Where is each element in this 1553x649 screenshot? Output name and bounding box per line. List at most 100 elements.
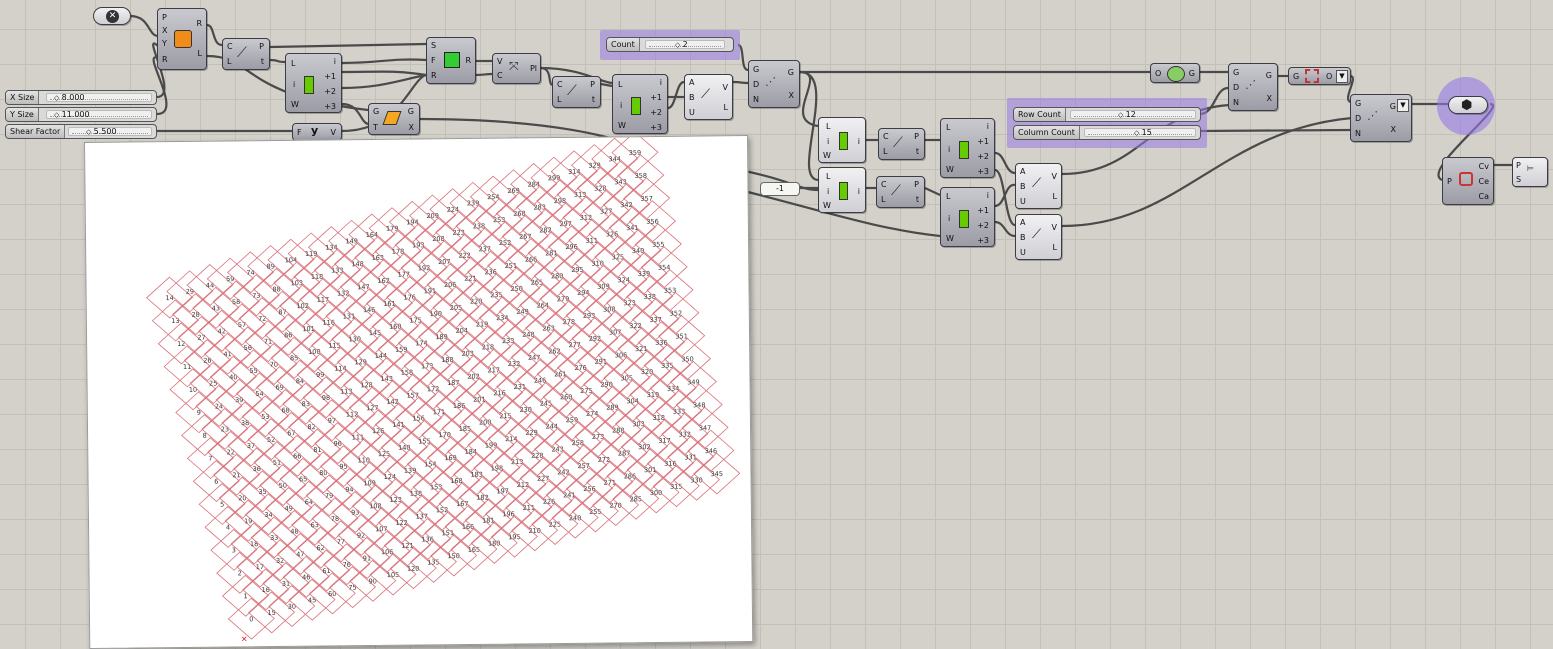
output-port[interactable]: V — [331, 128, 336, 137]
output-port[interactable]: P — [914, 132, 919, 141]
shear-factor-slider[interactable]: Shear Factor 5.500 — [5, 124, 157, 139]
output-port[interactable]: X — [1391, 125, 1396, 134]
output-port[interactable]: +1 — [650, 93, 662, 102]
linear-array-component[interactable]: G D N ⋰ G X — [748, 60, 800, 108]
input-port[interactable]: A — [1020, 167, 1025, 176]
input-port[interactable]: U — [689, 108, 695, 117]
input-port[interactable]: W — [291, 100, 299, 109]
input-port[interactable]: W — [618, 121, 626, 130]
input-port[interactable]: W — [946, 165, 954, 174]
chevron-down-icon[interactable]: ▼ — [1397, 99, 1409, 112]
input-port[interactable]: S — [431, 41, 436, 50]
output-port[interactable]: X — [789, 91, 794, 100]
input-port[interactable]: R — [431, 71, 437, 80]
input-port[interactable]: N — [1355, 129, 1361, 138]
output-port[interactable]: G — [788, 68, 794, 77]
output-port[interactable]: G — [1266, 71, 1272, 80]
expression-component[interactable]: F y V — [292, 123, 342, 141]
input-port[interactable]: P — [1447, 177, 1452, 186]
output-port[interactable]: +2 — [977, 152, 989, 161]
evaluate-curve-component[interactable]: C L ⟋ P t — [222, 38, 270, 70]
input-port[interactable]: C — [557, 80, 563, 89]
input-port[interactable]: C — [497, 71, 503, 80]
input-port[interactable]: L — [946, 192, 950, 201]
area-component[interactable]: P Cv Ce Ca — [1442, 157, 1494, 205]
output-port[interactable]: i — [858, 137, 860, 146]
output-port[interactable]: +2 — [650, 108, 662, 117]
param-viewer-component[interactable]: P S ⊨ — [1512, 157, 1548, 187]
input-port[interactable]: F — [431, 56, 436, 65]
chevron-down-icon[interactable]: ▼ — [1336, 70, 1348, 83]
shift-list-component[interactable]: L i W i +1 +2 +3 — [285, 53, 342, 113]
input-port[interactable]: Y — [162, 39, 167, 48]
input-port[interactable]: L — [618, 80, 622, 89]
input-port[interactable]: L — [557, 95, 561, 104]
clear-button[interactable]: ✕ — [93, 7, 131, 25]
output-port[interactable]: i — [858, 187, 860, 196]
input-port[interactable]: S — [1516, 175, 1521, 184]
input-port[interactable]: L — [227, 57, 231, 66]
output-port[interactable]: +2 — [324, 87, 336, 96]
output-port[interactable]: i — [987, 191, 989, 200]
explode-component[interactable]: O G — [1150, 63, 1200, 83]
output-port[interactable]: P — [590, 80, 595, 89]
input-port[interactable]: i — [948, 214, 950, 223]
input-port[interactable]: T — [373, 123, 378, 132]
input-port[interactable]: i — [293, 80, 295, 89]
input-port[interactable]: L — [826, 122, 830, 131]
output-port[interactable]: G — [408, 107, 414, 116]
x-size-slider[interactable]: X Size 8.000 — [5, 90, 157, 105]
output-port[interactable]: L — [724, 103, 728, 112]
input-port[interactable]: B — [689, 93, 695, 102]
output-port[interactable]: t — [916, 195, 919, 204]
row-count-slider[interactable]: Row Count 12 — [1013, 107, 1201, 122]
output-port[interactable]: P — [259, 42, 264, 51]
input-port[interactable]: i — [827, 187, 829, 196]
output-port[interactable]: Pl — [530, 64, 537, 73]
output-port[interactable]: G — [1189, 69, 1195, 78]
input-port[interactable]: L — [946, 123, 950, 132]
output-port[interactable]: +3 — [977, 167, 989, 176]
number-panel[interactable]: -1 — [760, 182, 800, 196]
evaluate-curve-component[interactable]: C L ⟋ P t — [552, 76, 601, 108]
input-port[interactable]: B — [1020, 182, 1026, 191]
y-size-slider[interactable]: Y Size 11.000 — [5, 107, 157, 122]
output-port[interactable]: R — [196, 19, 202, 28]
input-port[interactable]: P — [1516, 161, 1521, 170]
shift-list-component[interactable]: L i W i +1 +2 +3 — [940, 118, 995, 178]
input-port[interactable]: G — [1355, 99, 1361, 108]
list-item-component[interactable]: L i W i — [818, 167, 866, 213]
evaluate-curve-component[interactable]: C L ⟋ P t — [878, 128, 925, 160]
output-port[interactable]: +3 — [977, 236, 989, 245]
input-port[interactable]: C — [227, 42, 233, 51]
list-item-component[interactable]: L i W i — [818, 117, 866, 163]
vector-component[interactable]: V C ⤧ Pl — [492, 53, 541, 84]
input-port[interactable]: N — [753, 95, 759, 104]
input-port[interactable]: F — [297, 128, 302, 137]
output-port[interactable]: +1 — [977, 137, 989, 146]
output-port[interactable]: t — [261, 57, 264, 66]
input-port[interactable]: W — [823, 151, 831, 160]
output-port[interactable]: X — [1267, 94, 1272, 103]
bake-button[interactable]: ⬢ — [1448, 96, 1488, 114]
output-port[interactable]: Ca — [1479, 192, 1490, 201]
evaluate-curve-component[interactable]: C L ⟋ P t — [876, 176, 925, 208]
input-port[interactable]: O — [1155, 69, 1161, 78]
shift-list-component[interactable]: L i W i +1 +2 +3 — [940, 187, 995, 247]
input-port[interactable]: D — [753, 80, 759, 89]
input-port[interactable]: i — [827, 137, 829, 146]
column-count-slider[interactable]: Column Count 15 — [1013, 125, 1201, 140]
output-port[interactable]: t — [592, 95, 595, 104]
output-port[interactable]: +1 — [324, 72, 336, 81]
output-port[interactable]: L — [198, 49, 202, 58]
input-port[interactable]: W — [823, 201, 831, 210]
line-component[interactable]: A B U ⟋ V L — [1015, 214, 1062, 260]
output-port[interactable]: L — [1053, 192, 1057, 201]
output-port[interactable]: i — [987, 122, 989, 131]
input-port[interactable]: D — [1233, 83, 1239, 92]
input-port[interactable]: R — [162, 55, 168, 64]
input-port[interactable]: L — [291, 59, 295, 68]
input-port[interactable]: G — [1293, 72, 1299, 81]
output-port[interactable]: V — [1052, 172, 1057, 181]
input-port[interactable]: A — [1020, 218, 1025, 227]
